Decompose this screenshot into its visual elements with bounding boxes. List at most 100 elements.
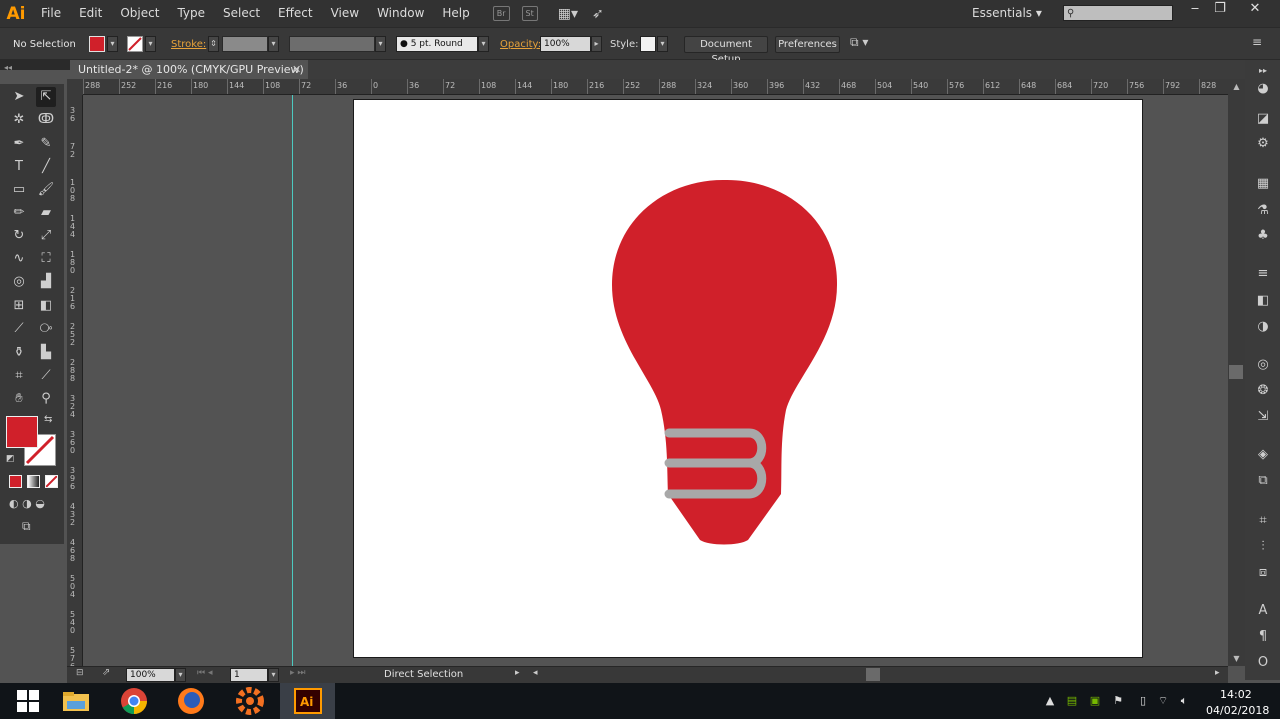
artboard[interactable] xyxy=(353,99,1143,658)
artboard-tool-icon[interactable]: ⌗ xyxy=(9,366,29,386)
mesh-tool-icon[interactable]: ⊞ xyxy=(9,296,29,316)
zoom-dropdown[interactable]: ▾ xyxy=(175,668,186,682)
hscroll-right-icon[interactable]: ▸ xyxy=(1215,668,1220,678)
layers-panel-icon[interactable]: ◈ xyxy=(1253,446,1273,464)
artboard-nav-next-icon[interactable]: ▸ ⏭ xyxy=(290,668,305,678)
nvidia-icon[interactable]: ▣ xyxy=(1088,694,1102,708)
horizontal-ruler[interactable]: 288 252 216 180 144 108 72 36 0 36 72 108 144 180 216 2… xyxy=(83,79,1245,95)
stroke-swatch[interactable] xyxy=(127,36,143,52)
stroke-weight-dropdown[interactable]: ▾ xyxy=(268,36,279,52)
close-button[interactable]: ✕ xyxy=(1240,0,1270,20)
rectangle-tool-icon[interactable]: ▭ xyxy=(9,180,29,200)
orange-app-icon[interactable] xyxy=(222,683,277,719)
canvas-area[interactable] xyxy=(83,95,1228,666)
fill-swatch[interactable] xyxy=(89,36,105,52)
gpu-performance-icon[interactable]: ➶ xyxy=(592,6,604,22)
gradient-panel-icon[interactable]: ◧ xyxy=(1253,292,1273,310)
windows-start-icon[interactable] xyxy=(0,683,55,719)
align-panel-icon[interactable]: ⫶ xyxy=(1253,538,1273,556)
pencil-tool-icon[interactable]: ✏ xyxy=(9,203,29,223)
magic-wand-tool-icon[interactable]: ✲ xyxy=(9,110,29,130)
brushes-panel-icon[interactable]: ⚗ xyxy=(1253,202,1273,220)
direct-selection-tool-icon[interactable]: ⇱ xyxy=(36,87,56,107)
firefox-icon[interactable] xyxy=(163,683,218,719)
screen-mode-icon[interactable]: ⧉ xyxy=(22,519,31,534)
open-in-icon[interactable]: ⇗ xyxy=(102,667,110,678)
curvature-tool-icon[interactable]: ✎ xyxy=(36,134,56,154)
selection-tool-icon[interactable]: ➤ xyxy=(9,87,29,107)
stock-icon[interactable]: St xyxy=(521,6,538,21)
default-colors-icon[interactable]: ◩ xyxy=(6,454,15,464)
menu-object[interactable]: Object xyxy=(111,0,168,27)
pen-tool-icon[interactable]: ✒ xyxy=(9,134,29,154)
tray-overflow-icon[interactable]: ▲ xyxy=(1043,694,1057,708)
opacity-slider-toggle[interactable]: ▸ xyxy=(591,36,602,52)
vertical-guide[interactable] xyxy=(292,95,293,666)
symbols-panel-icon[interactable]: ♣ xyxy=(1253,227,1273,245)
shape-builder-tool-icon[interactable]: ◎ xyxy=(9,272,29,292)
stroke-panel-icon[interactable]: ≡ xyxy=(1253,265,1273,283)
brush-dropdown[interactable]: ▾ xyxy=(478,36,489,52)
menu-help[interactable]: Help xyxy=(433,0,478,27)
stroke-label[interactable]: Stroke: xyxy=(171,28,206,61)
export-panel-icon[interactable]: ⇲ xyxy=(1253,408,1273,426)
column-graph-tool-icon[interactable]: ▙ xyxy=(36,343,56,363)
blend-tool-icon[interactable]: ⧂ xyxy=(36,319,56,339)
variable-width-profile[interactable] xyxy=(289,36,375,52)
workspace-switcher[interactable]: Essentials ▾ xyxy=(972,0,1042,27)
file-explorer-icon[interactable] xyxy=(48,683,103,719)
hand-tool-icon[interactable]: ✋︎ xyxy=(9,389,29,409)
zoom-input[interactable]: 100% xyxy=(126,668,175,682)
clock-date[interactable]: 04/02/2018 xyxy=(1206,704,1269,717)
zoom-tool-icon[interactable]: ⚲ xyxy=(36,389,56,409)
bridge-icon[interactable]: Br xyxy=(492,6,510,21)
stroke-dropdown[interactable]: ▾ xyxy=(145,36,156,52)
perspective-grid-tool-icon[interactable]: ▟ xyxy=(36,272,56,292)
profile-dropdown[interactable]: ▾ xyxy=(375,36,386,52)
gradient-mode-icon[interactable] xyxy=(27,475,40,488)
vertical-scroll-thumb[interactable] xyxy=(1229,365,1243,379)
preferences-button[interactable]: Preferences xyxy=(775,36,840,53)
artboard-nav-prev-icon[interactable]: ⏮ ◂ xyxy=(197,668,212,678)
swap-colors-icon[interactable]: ⇆ xyxy=(44,414,52,425)
panel-menu-icon[interactable]: ≡ xyxy=(1252,35,1262,49)
scale-tool-icon[interactable]: ⤢ xyxy=(36,226,56,246)
artboards-panel-icon[interactable]: ⧉ xyxy=(1253,472,1273,490)
line-segment-tool-icon[interactable]: ╱ xyxy=(36,157,56,177)
menu-file[interactable]: File xyxy=(32,0,70,27)
swatches-panel-icon[interactable]: ▦ xyxy=(1253,175,1273,193)
none-mode-icon[interactable] xyxy=(45,475,58,488)
fill-color-swatch-front[interactable] xyxy=(6,416,38,448)
illustrator-taskbar-icon[interactable]: Ai xyxy=(280,683,335,719)
color-guide-panel-icon[interactable]: ◪ xyxy=(1253,110,1273,128)
color-mode-icon[interactable] xyxy=(9,475,22,488)
graphic-style-swatch[interactable] xyxy=(640,36,656,52)
chrome-icon[interactable] xyxy=(106,683,161,719)
free-transform-tool-icon[interactable]: ⛶ xyxy=(36,249,56,269)
type-tool-icon[interactable]: T xyxy=(9,157,29,177)
pathfinder-panel-icon[interactable]: ⧈ xyxy=(1253,564,1273,582)
lightbulb-artwork[interactable] xyxy=(354,100,1142,657)
graphic-styles-panel-icon[interactable]: ❂ xyxy=(1253,382,1273,400)
document-tab-close-icon[interactable]: ✕ xyxy=(292,60,301,79)
warp-tool-icon[interactable]: ∿ xyxy=(9,249,29,269)
rotate-tool-icon[interactable]: ↻ xyxy=(9,226,29,246)
status-layout-icon[interactable]: ⊟ xyxy=(76,668,94,681)
status-menu-icon[interactable]: ▸ xyxy=(515,668,520,678)
document-tab[interactable]: Untitled-2* @ 100% (CMYK/GPU Preview) xyxy=(70,60,308,79)
ruler-origin[interactable] xyxy=(67,79,83,95)
hscroll-left-icon[interactable]: ◂ xyxy=(533,668,538,678)
gradient-tool-icon[interactable]: ◧ xyxy=(36,296,56,316)
network-icon[interactable]: ⌔ xyxy=(1156,694,1170,708)
character-panel-icon[interactable]: A xyxy=(1253,602,1273,620)
eyedropper-tool-icon[interactable]: ⟋ xyxy=(9,319,29,339)
battery-icon[interactable]: ▯ xyxy=(1136,694,1150,708)
menu-window[interactable]: Window xyxy=(368,0,433,27)
lasso-tool-icon[interactable]: ↂ xyxy=(36,110,56,130)
action-center-flag-icon[interactable]: ⚑ xyxy=(1111,694,1125,708)
arrange-icon[interactable]: ⧉ ▾ xyxy=(850,35,868,50)
tray-app-icon[interactable]: ▤ xyxy=(1065,694,1079,708)
fill-dropdown[interactable]: ▾ xyxy=(107,36,118,52)
paintbrush-tool-icon[interactable]: 🖌︎ xyxy=(36,180,56,200)
appearance-panel-icon[interactable]: ◎ xyxy=(1253,356,1273,374)
